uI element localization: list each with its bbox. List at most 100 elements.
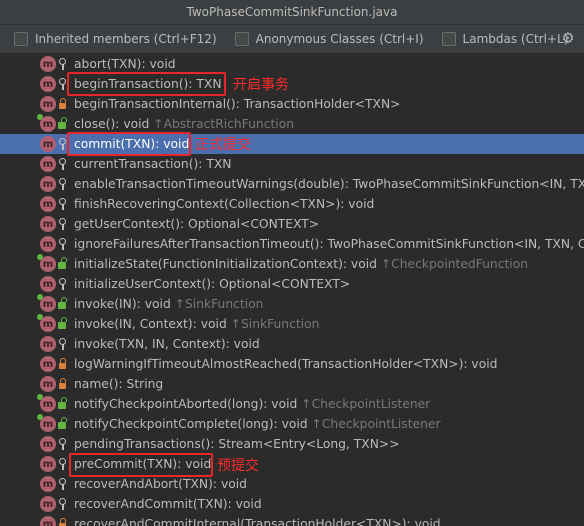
member-name: invoke(IN): void <box>74 297 171 311</box>
window-title: TwoPhaseCommitSinkFunction.java <box>186 5 398 19</box>
member-name: commit(TXN): void <box>74 137 190 151</box>
member-row[interactable]: m notifyCheckpointComplete(long): void ↑C… <box>0 414 584 434</box>
member-row[interactable]: m preCommit(TXN): void <box>0 454 584 474</box>
method-icon: m <box>40 356 56 372</box>
member-row[interactable]: m finishRecoveringContext(Collection<TXN>… <box>0 194 584 214</box>
member-name: recoverAndCommitInternal(TransactionHold… <box>74 517 441 526</box>
inherited-from: ↑AbstractRichFunction <box>153 117 295 131</box>
unlock-icon <box>58 417 67 430</box>
key-icon <box>58 158 67 170</box>
lock-icon <box>58 98 67 110</box>
inherited-members-label: Inherited members (Ctrl+F12) <box>35 32 217 46</box>
lambdas-checkbox[interactable]: Lambdas (Ctrl+L) <box>441 32 569 46</box>
member-row[interactable]: m invoke(IN, Context): void ↑SinkFunction <box>0 314 584 334</box>
inherited-from: ↑CheckpointListener <box>301 397 431 411</box>
member-row[interactable]: m enableTransactionTimeoutWarnings(double… <box>0 174 584 194</box>
member-row[interactable]: m commit(TXN): void <box>0 134 584 154</box>
member-signature: ignoreFailuresAfterTransactionTimeout():… <box>74 236 584 252</box>
inherited-members-checkbox[interactable]: Inherited members (Ctrl+F12) <box>14 32 217 46</box>
member-name: recoverAndCommit(TXN): void <box>74 497 262 511</box>
member-name: initializeState(FunctionInitializationCo… <box>74 257 377 271</box>
member-row[interactable]: m beginTransactionInternal(): Transaction… <box>0 94 584 114</box>
method-icon: m <box>40 236 56 252</box>
member-signature: initializeUserContext(): Optional<CONTEX… <box>74 276 350 292</box>
member-row[interactable]: m notifyCheckpointAborted(long): void ↑Ch… <box>0 394 584 414</box>
member-signature: name(): String <box>74 376 163 392</box>
member-row[interactable]: m invoke(IN): void ↑SinkFunction <box>0 294 584 314</box>
anonymous-classes-checkbox[interactable]: Anonymous Classes (Ctrl+I) <box>234 32 424 46</box>
member-signature: notifyCheckpointComplete(long): void ↑Ch… <box>74 416 441 432</box>
method-icon: m <box>40 136 56 152</box>
member-row[interactable]: m ignoreFailuresAfterTransactionTimeout()… <box>0 234 584 254</box>
member-name: beginTransactionInternal(): TransactionH… <box>74 97 401 111</box>
member-name: enableTransactionTimeoutWarnings(double)… <box>74 177 584 191</box>
member-signature: enableTransactionTimeoutWarnings(double)… <box>74 176 584 192</box>
member-signature: close(): void ↑AbstractRichFunction <box>74 116 294 132</box>
member-signature: invoke(TXN, IN, Context): void <box>74 336 260 352</box>
member-row[interactable]: m name(): String <box>0 374 584 394</box>
method-icon: m <box>40 336 56 352</box>
key-icon <box>58 178 67 190</box>
checkbox-box[interactable] <box>14 32 28 46</box>
member-row[interactable]: m initializeUserContext(): Optional<CONTE… <box>0 274 584 294</box>
method-icon: m <box>37 114 56 132</box>
method-icon: m <box>37 314 56 332</box>
member-row[interactable]: m beginTransaction(): TXN <box>0 74 584 94</box>
member-signature: currentTransaction(): TXN <box>74 156 232 172</box>
lock-icon <box>58 378 67 390</box>
unlock-icon <box>58 397 67 410</box>
annotation-begin-transaction: 开启事务 <box>233 77 289 93</box>
key-icon <box>58 458 67 470</box>
key-icon <box>58 58 67 70</box>
member-signature: recoverAndCommitInternal(TransactionHold… <box>74 516 441 526</box>
method-icon: m <box>40 176 56 192</box>
member-signature: finishRecoveringContext(Collection<TXN>)… <box>74 196 374 212</box>
unlock-icon <box>58 317 67 330</box>
method-icon: m <box>40 156 56 172</box>
method-icon: m <box>37 394 56 412</box>
member-signature: initializeState(FunctionInitializationCo… <box>74 256 528 272</box>
member-row[interactable]: m recoverAndCommit(TXN): void <box>0 494 584 514</box>
member-row[interactable]: m recoverAndAbort(TXN): void <box>0 474 584 494</box>
method-icon: m <box>40 476 56 492</box>
member-name: invoke(TXN, IN, Context): void <box>74 337 260 351</box>
member-signature: notifyCheckpointAborted(long): void ↑Che… <box>74 396 430 412</box>
checkbox-box[interactable] <box>441 32 456 46</box>
method-icon: m <box>40 436 56 452</box>
member-row[interactable]: m abort(TXN): void <box>0 54 584 74</box>
method-icon: m <box>37 254 56 272</box>
method-icon: m <box>40 56 56 72</box>
lock-icon <box>58 518 67 526</box>
annotation-pre-commit: 预提交 <box>217 458 259 474</box>
member-name: notifyCheckpointComplete(long): void <box>74 417 308 431</box>
checkbox-box[interactable] <box>234 32 249 46</box>
member-row[interactable]: m invoke(TXN, IN, Context): void <box>0 334 584 354</box>
lock-icon <box>58 358 67 370</box>
structure-member-list: m abort(TXN): void m beginTransaction(): TX… <box>0 54 584 526</box>
member-name: beginTransaction(): TXN <box>74 77 222 91</box>
member-name: close(): void <box>74 117 150 131</box>
member-name: pendingTransactions(): Stream<Entry<Long… <box>74 437 400 451</box>
member-row[interactable]: m recoverAndCommitInternal(TransactionHol… <box>0 514 584 526</box>
member-name: abort(TXN): void <box>74 57 176 71</box>
member-signature: beginTransactionInternal(): TransactionH… <box>74 96 400 112</box>
annotation-commit: 正式提交 <box>195 137 251 153</box>
member-row[interactable]: m logWarningIfTimeoutAlmostReached(Transa… <box>0 354 584 374</box>
member-row[interactable]: m close(): void ↑AbstractRichFunction <box>0 114 584 134</box>
member-name: getUserContext(): Optional<CONTEXT> <box>74 217 320 231</box>
member-name: ignoreFailuresAfterTransactionTimeout():… <box>74 237 584 251</box>
method-icon: m <box>40 276 56 292</box>
member-row[interactable]: m initializeState(FunctionInitializationC… <box>0 254 584 274</box>
member-row[interactable]: m currentTransaction(): TXN <box>0 154 584 174</box>
key-icon <box>58 138 67 150</box>
gear-icon[interactable]: ⚙ <box>560 30 576 46</box>
member-name: logWarningIfTimeoutAlmostReached(Transac… <box>74 357 498 371</box>
method-icon: m <box>40 76 56 92</box>
member-row[interactable]: m pendingTransactions(): Stream<Entry<Lon… <box>0 434 584 454</box>
key-icon <box>58 278 67 290</box>
member-row[interactable]: m getUserContext(): Optional<CONTEXT> <box>0 214 584 234</box>
key-icon <box>58 478 67 490</box>
lambdas-label: Lambdas (Ctrl+L) <box>462 32 569 46</box>
key-icon <box>58 338 67 350</box>
method-icon: m <box>37 294 56 312</box>
